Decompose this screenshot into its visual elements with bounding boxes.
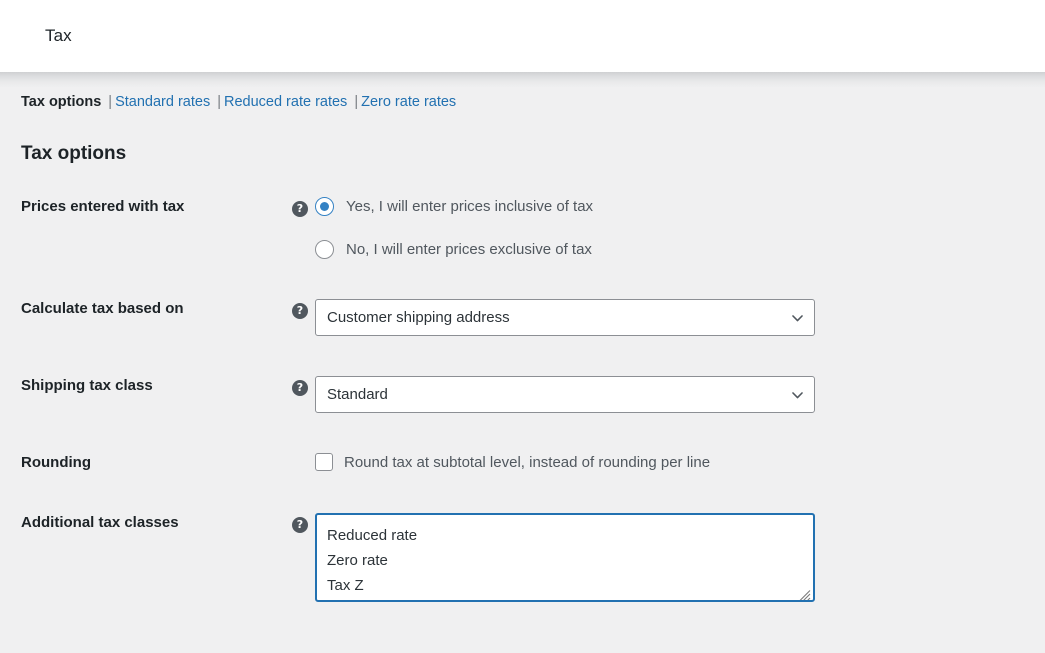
radio-option-label: No, I will enter prices exclusive of tax	[346, 241, 592, 259]
radio-option-inclusive[interactable]: Yes, I will enter prices inclusive of ta…	[315, 197, 594, 217]
label-rounding: Rounding	[21, 454, 91, 472]
help-icon-placeholder	[292, 457, 308, 473]
subnav-item-tax-options[interactable]: Tax options	[21, 95, 101, 110]
chevron-down-icon	[792, 314, 803, 322]
subnav-separator: |	[108, 94, 113, 110]
help-icon[interactable]: ?	[292, 380, 308, 397]
subnav-item-reduced-rate-rates[interactable]: Reduced rate rates	[224, 95, 347, 110]
checkbox-rounding[interactable]: Round tax at subtotal level, instead of …	[315, 453, 711, 472]
select-shipping-tax-class[interactable]: Standard	[315, 376, 815, 414]
select-value: Standard	[327, 386, 388, 404]
tax-options-form: Prices entered with tax ? Yes, I will en…	[21, 177, 1045, 622]
textarea-line: Zero rate	[327, 552, 388, 570]
label-calculate-tax-based-on: Calculate tax based on	[21, 300, 184, 318]
subnav-item-zero-rate-rates[interactable]: Zero rate rates	[361, 95, 456, 110]
form-row-prices-entered-with-tax: Prices entered with tax ? Yes, I will en…	[21, 177, 1045, 279]
textarea-line: Reduced rate	[327, 527, 418, 545]
form-row-shipping-tax-class: Shipping tax class ? Standard	[21, 356, 1045, 433]
subnav-separator: |	[217, 94, 221, 110]
radio-option-label: Yes, I will enter prices inclusive of ta…	[346, 198, 594, 216]
subnav-separator: |	[354, 94, 359, 110]
form-row-rounding: Rounding Round tax at subtotal level, in…	[21, 433, 1045, 493]
help-icon[interactable]: ?	[292, 517, 308, 534]
radio-group-prices-entered-with-tax: Yes, I will enter prices inclusive of ta…	[315, 197, 594, 260]
label-additional-tax-classes: Additional tax classes	[21, 514, 179, 532]
help-icon[interactable]: ?	[292, 303, 308, 320]
select-value: Customer shipping address	[327, 309, 510, 327]
radio-button-icon[interactable]	[315, 240, 334, 260]
form-row-additional-tax-classes: Additional tax classes ? Reduced rate Ze…	[21, 493, 1045, 622]
checkbox-icon[interactable]	[315, 453, 333, 472]
textarea-line: Tax Z	[327, 577, 364, 595]
header-shadow-divider	[0, 72, 1045, 88]
textarea-additional-tax-classes[interactable]: Reduced rate Zero rate Tax Z	[315, 513, 815, 603]
label-prices-entered-with-tax: Prices entered with tax	[21, 198, 185, 216]
subnav-item-standard-rates[interactable]: Standard rates	[115, 95, 210, 110]
app-header: Tax	[0, 0, 1045, 72]
settings-subnav: Tax options | Standard rates | Reduced r…	[21, 88, 1045, 110]
section-title: Tax options	[21, 142, 127, 164]
radio-option-exclusive[interactable]: No, I will enter prices exclusive of tax	[315, 240, 593, 260]
help-icon[interactable]: ?	[292, 201, 308, 218]
form-row-calculate-tax-based-on: Calculate tax based on ? Customer shippi…	[21, 279, 1045, 356]
page-title: Tax	[45, 26, 72, 45]
label-shipping-tax-class: Shipping tax class	[21, 377, 153, 395]
chevron-down-icon	[792, 391, 803, 399]
select-calculate-tax-based-on[interactable]: Customer shipping address	[315, 299, 815, 337]
radio-button-icon[interactable]	[315, 197, 334, 217]
settings-page: Tax options | Standard rates | Reduced r…	[0, 88, 1045, 653]
checkbox-label: Round tax at subtotal level, instead of …	[344, 453, 711, 471]
